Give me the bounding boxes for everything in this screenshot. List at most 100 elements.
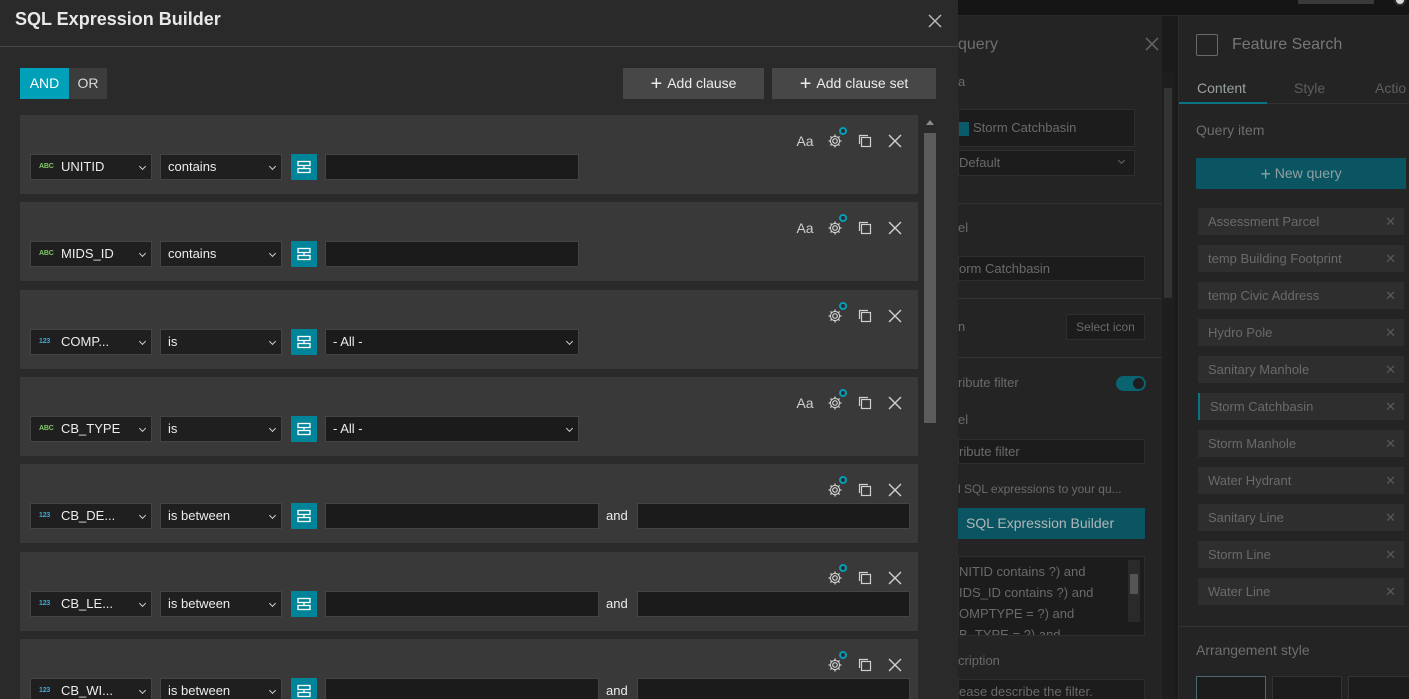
range-end-input[interactable]: [637, 590, 910, 617]
tab-content[interactable]: Content: [1197, 80, 1246, 96]
remove-icon[interactable]: ✕: [1385, 541, 1396, 568]
clause-settings-button[interactable]: [820, 476, 850, 500]
value-source-button[interactable]: [291, 503, 317, 530]
case-sensitive-button[interactable]: Aa: [790, 131, 820, 151]
query-list-item[interactable]: Water Line ✕: [1198, 578, 1404, 605]
query-list-item[interactable]: Storm Catchbasin ✕: [1198, 393, 1404, 420]
layer-card[interactable]: Storm Catchbasin: [958, 109, 1135, 147]
top-bar-button[interactable]: [1298, 0, 1374, 4]
duplicate-clause-button[interactable]: [850, 218, 880, 238]
clause-settings-button[interactable]: [820, 650, 850, 675]
query-list-item[interactable]: Water Hydrant ✕: [1198, 467, 1404, 494]
value-select[interactable]: - All -: [325, 415, 579, 442]
remove-icon[interactable]: ✕: [1385, 393, 1396, 420]
operator-select[interactable]: is between: [160, 590, 282, 617]
clause-settings-button[interactable]: [820, 388, 850, 413]
add-clause-button[interactable]: + Add clause: [623, 68, 764, 99]
clause-settings-button[interactable]: [820, 563, 850, 588]
operator-select[interactable]: is: [160, 328, 282, 355]
duplicate-clause-button[interactable]: [850, 306, 880, 326]
new-query-button[interactable]: + New query: [1196, 158, 1406, 189]
query-list-item[interactable]: Assessment Parcel ✕: [1198, 208, 1404, 235]
scrollbar-thumb[interactable]: [924, 133, 936, 423]
range-end-input[interactable]: [637, 503, 910, 530]
layer-view-select[interactable]: Default: [958, 150, 1135, 176]
query-panel-scrollbar[interactable]: [1162, 72, 1174, 699]
delete-clause-button[interactable]: [880, 306, 910, 326]
or-toggle-button[interactable]: OR: [69, 68, 107, 99]
sql-expression-textarea[interactable]: NITID contains ?) and IDS_ID contains ?)…: [958, 556, 1145, 636]
label-input[interactable]: orm Catchbasin: [958, 256, 1145, 281]
field-select[interactable]: ABC UNITID: [30, 154, 152, 180]
remove-icon[interactable]: ✕: [1385, 282, 1396, 309]
scroll-up-icon[interactable]: [926, 120, 934, 125]
attribute-filter-toggle[interactable]: [1116, 376, 1146, 391]
delete-clause-button[interactable]: [880, 480, 910, 500]
and-toggle-button[interactable]: AND: [20, 68, 69, 99]
remove-icon[interactable]: ✕: [1385, 430, 1396, 457]
tab-style[interactable]: Style: [1294, 80, 1325, 96]
query-list-item[interactable]: Sanitary Line ✕: [1198, 504, 1404, 531]
duplicate-clause-button[interactable]: [850, 393, 880, 413]
value-source-button[interactable]: [291, 590, 317, 617]
value-source-button[interactable]: [291, 677, 317, 699]
field-select[interactable]: 123 CB_WI...: [30, 677, 152, 699]
value-input[interactable]: [325, 154, 579, 180]
case-sensitive-button[interactable]: Aa: [790, 218, 820, 238]
delete-clause-button[interactable]: [880, 568, 910, 588]
duplicate-clause-button[interactable]: [850, 480, 880, 500]
clause-settings-button[interactable]: [820, 127, 850, 151]
operator-select[interactable]: contains: [160, 241, 282, 268]
query-list-item[interactable]: temp Building Footprint ✕: [1198, 245, 1404, 272]
operator-select[interactable]: contains: [160, 154, 282, 180]
clause-list-scrollbar[interactable]: [922, 115, 938, 699]
field-select[interactable]: ABC CB_TYPE: [30, 415, 152, 442]
textarea-scrollbar[interactable]: [1128, 560, 1140, 622]
value-source-button[interactable]: [291, 154, 317, 180]
arrangement-option-3[interactable]: [1348, 676, 1409, 699]
clause-settings-button[interactable]: [820, 301, 850, 326]
value-source-button[interactable]: [291, 328, 317, 355]
query-list-item[interactable]: Storm Manhole ✕: [1198, 430, 1404, 457]
delete-clause-button[interactable]: [880, 218, 910, 238]
delete-clause-button[interactable]: [880, 655, 910, 675]
tab-actions[interactable]: Actio: [1375, 80, 1406, 96]
filter-label-input[interactable]: ribute filter: [958, 439, 1145, 464]
delete-clause-button[interactable]: [880, 131, 910, 151]
user-avatar[interactable]: [1394, 0, 1406, 6]
query-list-item[interactable]: temp Civic Address ✕: [1198, 282, 1404, 309]
operator-select[interactable]: is between: [160, 677, 282, 699]
remove-icon[interactable]: ✕: [1385, 504, 1396, 531]
case-sensitive-button[interactable]: Aa: [790, 393, 820, 413]
arrangement-option-1[interactable]: [1196, 676, 1266, 699]
field-select[interactable]: ABC MIDS_ID: [30, 241, 152, 268]
value-select[interactable]: - All -: [325, 328, 579, 355]
field-select[interactable]: 123 CB_LE...: [30, 590, 152, 617]
range-start-input[interactable]: [325, 503, 599, 530]
duplicate-clause-button[interactable]: [850, 655, 880, 675]
select-icon-button[interactable]: Select icon: [1066, 314, 1145, 340]
scrollbar-thumb[interactable]: [1164, 88, 1172, 298]
close-icon[interactable]: [1144, 36, 1160, 52]
range-start-input[interactable]: [325, 590, 599, 617]
operator-select[interactable]: is between: [160, 503, 282, 530]
value-source-button[interactable]: [291, 415, 317, 442]
duplicate-clause-button[interactable]: [850, 568, 880, 588]
arrangement-option-2[interactable]: [1272, 676, 1342, 699]
close-icon[interactable]: [925, 11, 945, 31]
sql-expression-builder-button[interactable]: SQL Expression Builder: [958, 508, 1145, 539]
query-list-item[interactable]: Hydro Pole ✕: [1198, 319, 1404, 346]
operator-select[interactable]: is: [160, 415, 282, 442]
remove-icon[interactable]: ✕: [1385, 208, 1396, 235]
range-start-input[interactable]: [325, 677, 599, 699]
duplicate-clause-button[interactable]: [850, 131, 880, 151]
description-input[interactable]: ease describe the filter.: [958, 679, 1145, 699]
remove-icon[interactable]: ✕: [1385, 467, 1396, 494]
value-source-button[interactable]: [291, 241, 317, 268]
value-input[interactable]: [325, 241, 579, 268]
field-select[interactable]: 123 CB_DE...: [30, 503, 152, 530]
field-select[interactable]: 123 COMP...: [30, 328, 152, 355]
range-end-input[interactable]: [637, 677, 910, 699]
clause-settings-button[interactable]: [820, 214, 850, 238]
add-clause-set-button[interactable]: + Add clause set: [772, 68, 936, 99]
